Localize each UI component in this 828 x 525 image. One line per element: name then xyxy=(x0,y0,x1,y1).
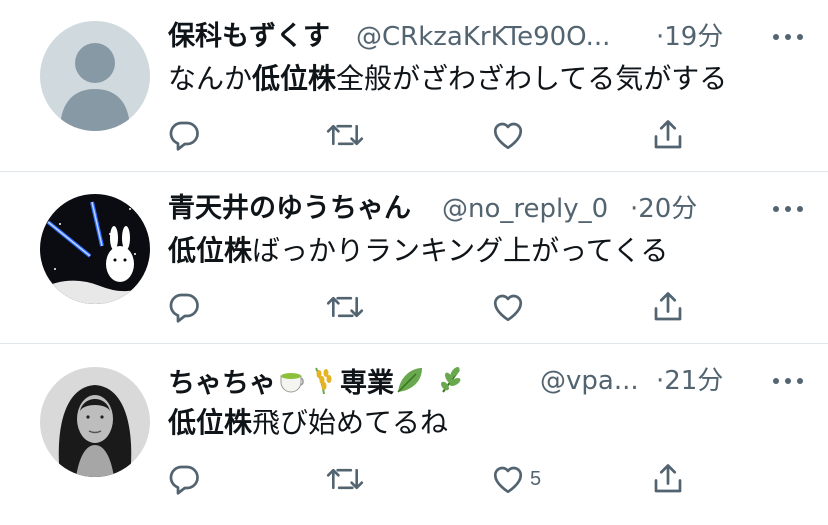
tweet-text-highlight: 低位株 xyxy=(168,234,253,267)
more-options-button[interactable] xyxy=(768,24,808,50)
heart-icon xyxy=(493,466,523,494)
tweet[interactable]: ちゃちゃ 専業 @vpa... ·21分 低位株飛び始めてるね 5 xyxy=(0,344,828,525)
tweet-actions xyxy=(166,287,706,327)
tweet-text-post: 飛び始めてるね xyxy=(252,406,449,439)
more-dots-icon xyxy=(773,34,803,40)
tweet-text-post: 全般がざわざわしてる気がする xyxy=(336,62,728,95)
avatar[interactable] xyxy=(40,21,150,131)
share-icon xyxy=(654,292,682,321)
share-button[interactable] xyxy=(650,459,686,499)
user-handle[interactable]: @no_reply_0 xyxy=(442,192,632,226)
more-options-button[interactable] xyxy=(768,196,808,222)
tweet-header: ちゃちゃ 専業 @vpa... ·21分 xyxy=(168,358,808,402)
default-avatar-icon xyxy=(40,21,150,131)
tweet-actions: 5 xyxy=(166,459,706,499)
like-button[interactable]: 5 xyxy=(490,459,541,499)
tweet[interactable]: 青天井のゆうちゃん @no_reply_0 ·20分 低位株ばっかりランキング上… xyxy=(0,172,828,344)
tweet-text: なんか低位株全般がざわざわしてる気がする xyxy=(168,60,727,98)
like-button[interactable] xyxy=(490,115,530,155)
display-name[interactable]: ちゃちゃ 専業 xyxy=(168,364,467,405)
rice-emoji-icon xyxy=(308,364,340,405)
display-name[interactable]: 保科もずくす xyxy=(168,20,330,54)
timestamp[interactable]: ·20分 xyxy=(630,192,697,226)
leaf-emoji-icon xyxy=(394,364,426,405)
tweet-actions xyxy=(166,115,706,155)
display-name-part: ちゃちゃ xyxy=(168,368,276,399)
tweet-text-pre: なんか xyxy=(168,62,253,95)
heart-icon xyxy=(493,122,523,150)
like-button[interactable] xyxy=(490,287,530,327)
retweet-button[interactable] xyxy=(326,115,364,155)
timestamp[interactable]: ·21分 xyxy=(656,364,723,398)
tweet-header: 青天井のゆうちゃん @no_reply_0 ·20分 xyxy=(168,186,808,230)
portrait-avatar-icon xyxy=(40,367,150,477)
more-options-button[interactable] xyxy=(768,368,808,394)
more-dots-icon xyxy=(773,206,803,212)
retweet-button[interactable] xyxy=(326,459,364,499)
tweet-text: 低位株飛び始めてるね xyxy=(168,404,448,442)
display-name[interactable]: 青天井のゆうちゃん xyxy=(168,192,411,226)
user-handle[interactable]: @CRkzaKrKTe90O... xyxy=(356,20,652,54)
share-button[interactable] xyxy=(650,115,686,155)
tweet-text-post: ばっかりランキング上がってくる xyxy=(252,234,669,267)
bunny-lightsaber-avatar-icon xyxy=(40,194,150,304)
display-name-part: 専業 xyxy=(340,368,394,399)
share-icon xyxy=(654,464,682,493)
tweet[interactable]: 保科もずくす @CRkzaKrKTe90O... ·19分 なんか低位株全般がざ… xyxy=(0,0,828,172)
tweet-header: 保科もずくす @CRkzaKrKTe90O... ·19分 xyxy=(168,14,808,58)
reply-icon xyxy=(169,293,199,323)
tweet-text-highlight: 低位株 xyxy=(168,406,253,439)
reply-button[interactable] xyxy=(166,287,202,327)
reply-icon xyxy=(169,465,199,495)
tweet-text: 低位株ばっかりランキング上がってくる xyxy=(168,232,668,270)
tweet-text-highlight: 低位株 xyxy=(252,62,337,95)
tea-emoji-icon xyxy=(276,364,308,405)
retweet-icon xyxy=(326,468,364,490)
reply-button[interactable] xyxy=(166,115,202,155)
user-handle[interactable]: @vpa... xyxy=(540,364,654,398)
more-dots-icon xyxy=(773,378,803,384)
reply-button[interactable] xyxy=(166,459,202,499)
share-button[interactable] xyxy=(650,287,686,327)
share-icon xyxy=(654,120,682,149)
like-count: 5 xyxy=(530,467,542,490)
reply-icon xyxy=(169,121,199,151)
retweet-icon xyxy=(326,124,364,146)
retweet-button[interactable] xyxy=(326,287,364,327)
avatar[interactable] xyxy=(40,194,150,304)
timestamp[interactable]: ·19分 xyxy=(656,20,723,54)
heart-icon xyxy=(493,294,523,322)
herb-emoji-icon xyxy=(435,364,467,405)
avatar[interactable] xyxy=(40,367,150,477)
retweet-icon xyxy=(326,296,364,318)
